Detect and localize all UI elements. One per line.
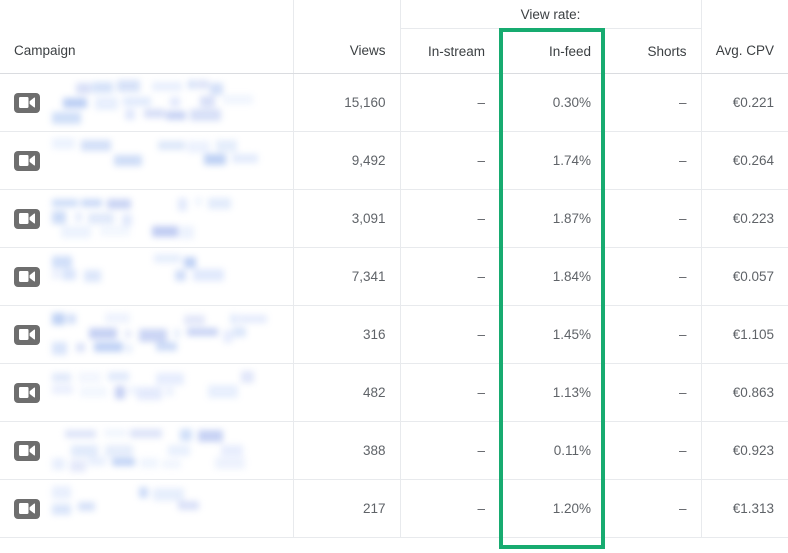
video-camera-icon xyxy=(14,382,40,403)
campaign-name-redacted xyxy=(52,486,293,532)
cell-campaign[interactable] xyxy=(0,131,294,190)
table-header-column-row: Campaign Views In-stream In-feed Shorts … xyxy=(0,28,788,74)
cell-campaign[interactable] xyxy=(0,305,294,364)
cell-campaign[interactable] xyxy=(0,421,294,480)
cell-shorts: – xyxy=(605,189,702,248)
cell-campaign[interactable] xyxy=(0,73,294,132)
campaign-name-redacted xyxy=(52,196,293,242)
column-header-in-feed[interactable]: In-feed xyxy=(499,28,605,74)
campaign-report-table: View rate: Campaign Views In-stream In-f… xyxy=(0,0,788,538)
cell-in-stream: – xyxy=(399,305,499,364)
cell-in-feed: 0.30% xyxy=(499,73,605,132)
cell-in-feed: 1.87% xyxy=(499,189,605,248)
video-camera-icon xyxy=(14,324,40,345)
video-camera-icon xyxy=(14,266,40,287)
cell-in-feed: 1.45% xyxy=(499,305,605,364)
cell-avg-cpv: €0.863 xyxy=(700,363,788,422)
cell-shorts: – xyxy=(605,305,702,364)
cell-avg-cpv: €0.057 xyxy=(700,247,788,306)
campaign-name-redacted xyxy=(52,80,293,126)
table-header-group-row: View rate: xyxy=(0,0,788,29)
cell-views: 7,341 xyxy=(293,247,400,306)
table-row[interactable]: 388–0.11% – €0.923 xyxy=(0,421,788,480)
cell-avg-cpv: €0.923 xyxy=(700,421,788,480)
campaign-name-redacted xyxy=(52,428,293,474)
cell-in-stream: – xyxy=(399,479,499,538)
cell-in-stream: – xyxy=(399,247,499,306)
table-row[interactable]: 7,341–1.84% – €0.057 xyxy=(0,247,788,306)
cell-views: 15,160 xyxy=(293,73,400,132)
cell-avg-cpv: €0.264 xyxy=(700,131,788,190)
cell-avg-cpv: €1.313 xyxy=(700,479,788,538)
cell-shorts: – xyxy=(605,73,702,132)
cell-in-feed: 1.84% xyxy=(499,247,605,306)
campaign-report-table-container: View rate: Campaign Views In-stream In-f… xyxy=(0,0,788,553)
cell-shorts: – xyxy=(605,131,702,190)
cell-avg-cpv: €1.105 xyxy=(700,305,788,364)
campaign-name-redacted xyxy=(52,370,293,416)
cell-shorts: – xyxy=(605,479,702,538)
column-header-views[interactable]: Views xyxy=(292,28,400,74)
campaign-name-redacted xyxy=(52,138,293,184)
table-row[interactable]: 15,160–0.30% – €0.221 xyxy=(0,73,788,132)
cell-views: 388 xyxy=(293,421,400,480)
cell-campaign[interactable] xyxy=(0,363,294,422)
cell-views: 482 xyxy=(293,363,400,422)
cell-shorts: – xyxy=(605,421,702,480)
video-camera-icon xyxy=(14,498,40,519)
table-row[interactable]: 9,492–1.74% – €0.264 xyxy=(0,131,788,190)
cell-views: 3,091 xyxy=(293,189,400,248)
header-group-spacer-views xyxy=(292,0,400,29)
cell-shorts: – xyxy=(605,363,702,422)
campaign-name-redacted xyxy=(52,312,293,358)
cell-in-feed: 0.11% xyxy=(499,421,605,480)
cell-in-feed: 1.13% xyxy=(499,363,605,422)
cell-in-feed: 1.74% xyxy=(499,131,605,190)
cell-views: 316 xyxy=(293,305,400,364)
cell-avg-cpv: €0.221 xyxy=(700,73,788,132)
video-camera-icon xyxy=(14,208,40,229)
campaign-name-redacted xyxy=(52,254,293,300)
column-header-campaign[interactable]: Campaign xyxy=(0,28,293,74)
table-row[interactable]: 316–1.45% – €1.105 xyxy=(0,305,788,364)
table-row[interactable]: 3,091–1.87% – €0.223 xyxy=(0,189,788,248)
cell-avg-cpv: €0.223 xyxy=(700,189,788,248)
cell-in-feed: 1.20% xyxy=(499,479,605,538)
cell-in-stream: – xyxy=(399,363,499,422)
table-row[interactable]: 482–1.13% – €0.863 xyxy=(0,363,788,422)
cell-in-stream: – xyxy=(399,189,499,248)
table-header: View rate: Campaign Views In-stream In-f… xyxy=(0,0,788,74)
cell-shorts: – xyxy=(605,247,702,306)
video-camera-icon xyxy=(14,150,40,171)
header-group-spacer-avg-cpv xyxy=(700,0,788,29)
cell-views: 9,492 xyxy=(293,131,400,190)
cell-campaign[interactable] xyxy=(0,479,294,538)
column-header-avg-cpv[interactable]: Avg. CPV xyxy=(700,28,788,74)
video-camera-icon xyxy=(14,440,40,461)
cell-campaign[interactable] xyxy=(0,189,294,248)
header-group-view-rate: View rate: xyxy=(399,0,702,29)
cell-in-stream: – xyxy=(399,73,499,132)
cell-in-stream: – xyxy=(399,421,499,480)
column-header-shorts[interactable]: Shorts xyxy=(605,28,702,74)
cell-views: 217 xyxy=(293,479,400,538)
cell-campaign[interactable] xyxy=(0,247,294,306)
header-group-spacer-campaign xyxy=(0,0,293,29)
video-camera-icon xyxy=(14,92,40,113)
column-header-in-stream[interactable]: In-stream xyxy=(399,28,499,74)
cell-in-stream: – xyxy=(399,131,499,190)
table-body: 15,160–0.30% – €0.221 9,492–1.74% – €0.264 3,0… xyxy=(0,73,788,538)
table-row[interactable]: 217–1.20% – €1.313 xyxy=(0,479,788,538)
